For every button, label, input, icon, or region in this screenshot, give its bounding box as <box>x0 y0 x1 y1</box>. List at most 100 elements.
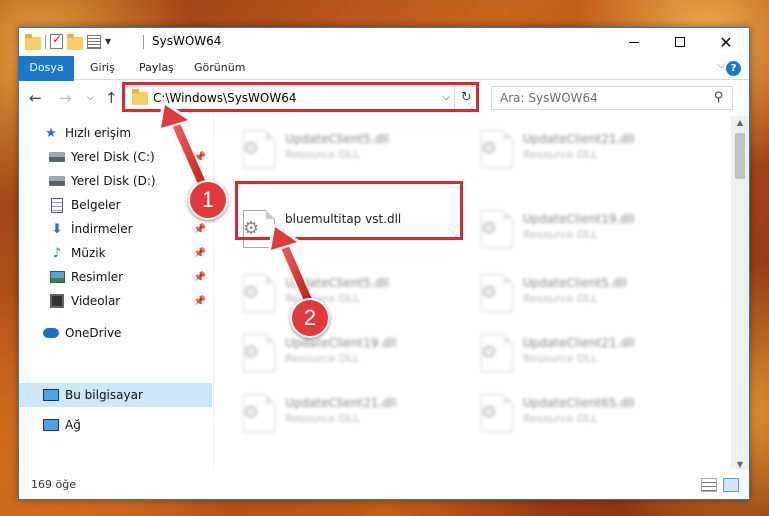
up-button[interactable]: ↑ <box>105 89 118 107</box>
chevron-down-icon[interactable]: ⌵ <box>442 92 450 103</box>
address-path[interactable]: C:\Windows\SysWOW64 <box>153 91 297 105</box>
file-item[interactable]: ⚙ UpdateClient21.dll Resource DLL <box>475 124 705 174</box>
properties-check-icon[interactable] <box>50 32 63 49</box>
gear-icon: ⚙ <box>243 218 260 239</box>
title-separator <box>143 35 144 49</box>
search-icon[interactable]: ⚲ <box>714 90 724 105</box>
gear-icon: ⚙ <box>243 342 260 363</box>
expand-ribbon-icon[interactable]: ⌵ <box>717 60 725 71</box>
refresh-button[interactable]: ↻ <box>454 87 478 109</box>
folder-icon <box>132 89 148 105</box>
tab-view[interactable]: Görünüm <box>184 56 255 80</box>
close-icon: ✕ <box>719 32 733 52</box>
minimize-button[interactable] <box>611 28 657 56</box>
pin-icon[interactable]: 📌 <box>194 224 206 235</box>
file-item[interactable]: ⚙ UpdateClient21.dll Resource DLL <box>237 388 467 438</box>
sidebar-item-pictures[interactable]: Resimler 📌 <box>19 266 212 288</box>
sidebar-item-documents[interactable]: Belgeler 📌 <box>19 194 212 216</box>
sidebar-item-onedrive[interactable]: OneDrive <box>19 322 212 344</box>
file-item[interactable]: ⚙ UpdateClient65.dll Resource DLL <box>475 388 705 438</box>
file-name: UpdateClient19.dll <box>285 336 397 350</box>
sidebar-item-local-disk-c[interactable]: Yerel Disk (C:) 📌 <box>19 146 212 168</box>
close-button[interactable]: ✕ <box>703 28 749 56</box>
address-bar[interactable]: C:\Windows\SysWOW64 ⌵ ↻ <box>125 86 479 110</box>
drive-icon <box>49 149 65 165</box>
search-box[interactable]: Ara: SysWOW64 ⚲ <box>491 86 733 110</box>
status-bar: 169 öğe <box>19 469 749 499</box>
file-item[interactable]: ⚙ UpdateClient5.dll Resource DLL <box>237 124 467 174</box>
help-icon[interactable]: ? <box>726 61 741 76</box>
sidebar-item-quick-access[interactable]: ★ Hızlı erişim <box>19 122 212 144</box>
drive-icon <box>49 173 65 189</box>
file-item-highlighted[interactable]: ⚙ bluemultitap vst.dll <box>237 204 467 254</box>
scroll-up-icon[interactable]: ▲ <box>731 118 749 127</box>
file-item[interactable]: ⚙ UpdateClient5.dll Resource DLL <box>237 268 467 318</box>
vertical-scrollbar[interactable]: ▲ ▼ <box>731 116 749 471</box>
gear-icon: ⚙ <box>243 282 260 303</box>
sidebar-item-label: Bu bilgisayar <box>65 388 143 402</box>
back-button[interactable]: ← <box>29 89 42 107</box>
navigation-bar: ← → ⌵ ↑ C:\Windows\SysWOW64 ⌵ ↻ Ara: Sys… <box>19 81 749 115</box>
pin-icon[interactable]: 📌 <box>194 248 206 259</box>
file-type: Resource DLL <box>523 412 598 425</box>
folder-icon[interactable] <box>25 34 41 50</box>
file-name: UpdateClient65.dll <box>523 396 635 410</box>
sidebar-item-music[interactable]: ♪ Müzik 📌 <box>19 242 212 264</box>
music-icon: ♪ <box>52 245 62 261</box>
gear-icon: ⚙ <box>481 218 498 239</box>
onedrive-icon <box>43 325 59 341</box>
sidebar-item-label: Müzik <box>71 246 106 260</box>
sidebar-item-local-disk-d[interactable]: Yerel Disk (D:) <box>19 170 212 192</box>
forward-button[interactable]: → <box>59 89 72 107</box>
sidebar-item-label: Ağ <box>65 418 81 432</box>
details-view-icon[interactable] <box>701 478 717 492</box>
large-icons-view-icon[interactable] <box>723 478 739 492</box>
file-item[interactable]: ⚙ UpdateClient5.dll Resource DLL <box>475 268 705 318</box>
this-pc-icon <box>43 387 59 403</box>
scroll-thumb[interactable] <box>735 133 745 179</box>
new-folder-icon[interactable] <box>67 34 83 50</box>
chevron-down-icon[interactable]: ▼ <box>105 37 111 46</box>
file-type: Resource DLL <box>523 352 598 365</box>
sidebar-item-videos[interactable]: Videolar 📌 <box>19 290 212 312</box>
navigation-pane: ★ Hızlı erişim Yerel Disk (C:) 📌 Yerel D… <box>19 116 214 471</box>
file-type: Resource DLL <box>285 352 360 365</box>
file-explorer-window: ▼ SysWOW64 ✕ Dosya Giriş Paylaş Görünüm … <box>18 27 750 500</box>
quick-access-toolbar: ▼ <box>25 32 111 50</box>
maximize-button[interactable] <box>657 28 703 56</box>
file-list: ⚙ UpdateClient5.dll Resource DLL ⚙ bluem… <box>215 116 731 471</box>
file-item[interactable]: ⚙ UpdateClient19.dll Resource DLL <box>475 204 705 254</box>
item-count: 169 öğe <box>31 478 76 491</box>
file-item[interactable]: ⚙ UpdateClient21.dll Resource DLL <box>475 328 705 378</box>
gear-icon: ⚙ <box>243 402 260 423</box>
sidebar-item-network[interactable]: Ağ <box>19 414 212 436</box>
step-1-badge: 1 <box>188 180 228 220</box>
file-type: Resource DLL <box>285 148 360 161</box>
tab-share[interactable]: Paylaş <box>129 56 184 80</box>
file-name: UpdateClient21.dll <box>523 336 635 350</box>
file-name: UpdateClient21.dll <box>523 132 635 146</box>
sidebar-item-label: Videolar <box>71 294 121 308</box>
videos-icon <box>49 293 65 309</box>
pin-icon[interactable]: 📌 <box>194 272 206 283</box>
recent-locations-button[interactable]: ⌵ <box>87 93 94 103</box>
toolbar-separator <box>45 34 46 49</box>
file-type: Resource DLL <box>523 292 598 305</box>
ribbon-tabs: Dosya Giriş Paylaş Görünüm ⌵ ? <box>19 56 749 106</box>
file-item[interactable]: ⚙ UpdateClient19.dll Resource DLL <box>237 328 467 378</box>
tab-home[interactable]: Giriş <box>80 56 125 80</box>
customize-icon[interactable] <box>87 34 101 49</box>
pin-icon[interactable]: 📌 <box>194 152 206 163</box>
sidebar-item-this-pc[interactable]: Bu bilgisayar <box>19 383 212 407</box>
file-name: UpdateClient21.dll <box>285 396 397 410</box>
sidebar-item-label: Resimler <box>71 270 124 284</box>
sidebar-item-downloads[interactable]: ⬇ İndirmeler 📌 <box>19 218 212 240</box>
gear-icon: ⚙ <box>481 138 498 159</box>
gear-icon: ⚙ <box>481 282 498 303</box>
scroll-down-icon[interactable]: ▼ <box>731 460 749 469</box>
sidebar-item-label: Hızlı erişim <box>65 126 132 140</box>
sidebar-item-label: Belgeler <box>71 198 121 212</box>
sidebar-item-label: OneDrive <box>65 326 122 340</box>
pin-icon[interactable]: 📌 <box>194 296 206 307</box>
gear-icon: ⚙ <box>243 138 260 159</box>
